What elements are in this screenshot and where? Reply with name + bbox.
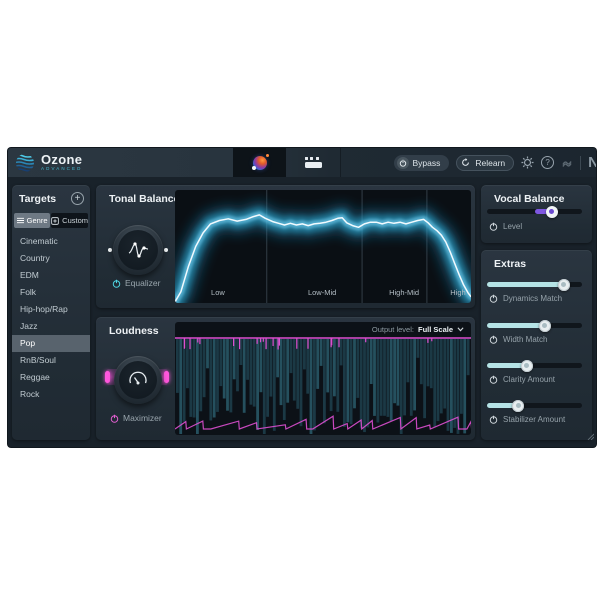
clarity-amount-slider[interactable] <box>487 359 582 371</box>
dynamics-match-power-icon[interactable] <box>489 294 498 303</box>
ozone-swirl-icon <box>15 153 35 173</box>
help-icon[interactable]: ? <box>541 156 554 169</box>
vocal-level-slider[interactable] <box>487 205 582 217</box>
relearn-button[interactable]: Relearn <box>456 155 514 171</box>
genre-list: CinematicCountryEDMFolkHip-hop/RapJazzPo… <box>12 233 90 403</box>
module-chain-icon <box>305 157 322 168</box>
top-bar: Ozone ADVANCED Bypass <box>8 148 596 177</box>
loudness-waveform-chart <box>175 322 471 435</box>
sphere-icon <box>253 156 267 170</box>
app-edition: ADVANCED <box>41 167 82 172</box>
loudness-display: Output level: Full Scale <box>175 322 471 435</box>
genre-item[interactable]: Pop <box>12 335 90 352</box>
genre-item[interactable]: Hip-hop/Rap <box>12 301 90 318</box>
vocal-balance-title: Vocal Balance <box>494 193 564 205</box>
genre-item[interactable]: Country <box>12 250 90 267</box>
app-title: Ozone <box>41 153 82 166</box>
loudness-knob[interactable] <box>114 356 162 404</box>
dynamics-match-slider[interactable] <box>487 278 582 290</box>
frequency-band-label: High-Mid <box>389 288 419 297</box>
equalizer-power-icon[interactable] <box>112 279 121 288</box>
genre-item[interactable]: Jazz <box>12 318 90 335</box>
genre-item[interactable]: Rock <box>12 386 90 403</box>
ozone-plugin-window: Ozone ADVANCED Bypass <box>8 148 596 447</box>
tab-detailed-view[interactable] <box>286 148 341 177</box>
genre-item[interactable]: Folk <box>12 284 90 301</box>
knob-max-dot <box>164 248 168 252</box>
extras-title: Extras <box>494 258 526 270</box>
genre-item[interactable]: RnB/Soul <box>12 352 90 369</box>
genre-item[interactable]: EDM <box>12 267 90 284</box>
slider-knob[interactable] <box>512 400 524 412</box>
chevron-down-icon <box>457 327 464 332</box>
tonal-balance-panel: Tonal Balance Equalizer <box>96 185 475 308</box>
output-level-dropdown[interactable]: Output level: Full Scale <box>372 325 464 334</box>
frequency-band-label: High <box>450 288 465 297</box>
app-logo: Ozone ADVANCED <box>8 153 233 173</box>
relearn-refresh-icon <box>459 157 471 169</box>
resize-handle[interactable] <box>586 427 594 445</box>
tonal-balance-title: Tonal Balance <box>109 193 179 205</box>
extras-panel: Extras Dynamics Match Width Match Cla <box>481 250 592 440</box>
equalizer-curve-icon <box>125 237 151 263</box>
izotope-glyph-icon <box>561 157 573 169</box>
stabilizer-amount-label: Stabilizer Amount <box>503 415 565 424</box>
bypass-button[interactable]: Bypass <box>394 155 450 171</box>
tab-custom[interactable]: Custom <box>51 213 88 228</box>
tab-genre[interactable]: Genre <box>14 213 50 228</box>
slider-knob[interactable] <box>546 206 558 218</box>
targets-panel: Targets + Genre Custom CinematicCountryE… <box>12 185 90 440</box>
clarity-amount-label: Clarity Amount <box>503 375 555 384</box>
level-label: Level <box>503 222 522 231</box>
genre-item[interactable]: Cinematic <box>12 233 90 250</box>
targets-title: Targets <box>19 193 56 205</box>
width-match-label: Width Match <box>503 335 547 344</box>
maximizer-min-handle[interactable] <box>105 371 110 383</box>
settings-gear-icon[interactable] <box>521 156 534 169</box>
slider-knob[interactable] <box>558 279 570 291</box>
tonal-spectrum-chart <box>175 190 471 303</box>
maximizer-label: Maximizer <box>123 413 162 423</box>
frequency-band-label: Low <box>211 288 225 297</box>
knob-min-dot <box>108 248 112 252</box>
add-target-button[interactable]: + <box>71 192 84 205</box>
loudness-panel: Loudness Maximizer Output level: Full Sc… <box>96 317 475 440</box>
loudness-title: Loudness <box>109 325 159 337</box>
vocal-balance-panel: Vocal Balance Level <box>481 185 592 243</box>
target-tabs: Genre Custom <box>14 213 88 228</box>
tonal-balance-knob[interactable] <box>113 225 163 275</box>
slider-knob[interactable] <box>521 360 533 372</box>
gauge-icon <box>126 368 150 392</box>
output-level-label: Output level: <box>372 325 414 334</box>
maximizer-max-handle[interactable] <box>164 371 169 383</box>
power-icon <box>397 157 409 169</box>
clarity-amount-power-icon[interactable] <box>489 375 498 384</box>
custom-target-icon <box>51 217 59 225</box>
genre-item[interactable]: Reggae <box>12 369 90 386</box>
maximizer-power-icon[interactable] <box>110 414 119 423</box>
bypass-label: Bypass <box>413 158 441 168</box>
list-icon <box>17 217 24 224</box>
stabilizer-amount-power-icon[interactable] <box>489 415 498 424</box>
width-match-power-icon[interactable] <box>489 335 498 344</box>
divider <box>580 156 581 170</box>
dynamics-match-label: Dynamics Match <box>503 294 562 303</box>
relearn-label: Relearn <box>475 158 505 168</box>
tab-assistant-view[interactable] <box>233 148 286 177</box>
slider-knob[interactable] <box>539 320 551 332</box>
width-match-slider[interactable] <box>487 319 582 331</box>
level-power-icon[interactable] <box>489 222 498 231</box>
frequency-band-label: Low-Mid <box>308 288 336 297</box>
ni-logo: N <box>588 154 596 171</box>
stabilizer-amount-slider[interactable] <box>487 399 582 411</box>
tonal-balance-display: Low Low-Mid High-Mid High <box>175 190 471 303</box>
equalizer-label: Equalizer <box>125 278 160 288</box>
output-level-value: Full Scale <box>418 325 453 334</box>
